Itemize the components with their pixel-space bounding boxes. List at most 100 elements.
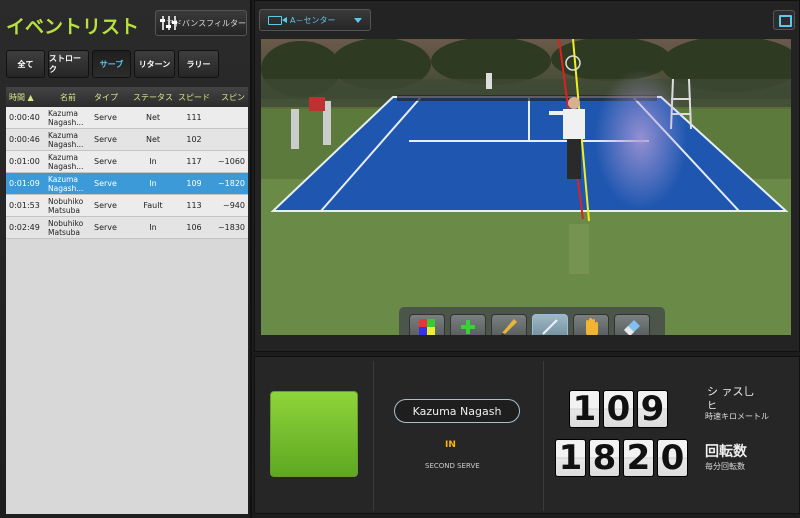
- cell-type: Serve: [94, 113, 117, 122]
- cell-name: Kazuma Nagash...: [48, 174, 84, 193]
- cell-time: 0:00:40: [9, 113, 40, 122]
- drawing-toolbar: [399, 307, 665, 335]
- table-header: 時間 ▲ 名前 タイプ ステータス スピード スピン: [6, 87, 248, 107]
- cell-speed: 102: [186, 135, 202, 144]
- cell-name: Kazuma Nagash...: [48, 152, 84, 171]
- column-speed[interactable]: スピード: [176, 92, 212, 103]
- filter-return[interactable]: リターン: [134, 50, 175, 78]
- cell-type: Serve: [94, 135, 117, 144]
- chevron-down-icon: [354, 17, 362, 23]
- tennis-court-scene: [261, 39, 791, 335]
- table-row[interactable]: 0:01:00 Kazuma Nagash... Serve In 117 ~1…: [6, 151, 248, 173]
- plus-icon: [461, 320, 475, 334]
- cell-status: In: [149, 157, 157, 166]
- video-view[interactable]: [261, 39, 791, 335]
- serve-type-label: SECOND SERVE: [425, 462, 480, 470]
- table-row[interactable]: 0:00:46 Kazuma Nagash... Serve Net 102: [6, 129, 248, 151]
- cell-type: Serve: [94, 179, 117, 188]
- column-time[interactable]: 時間 ▲: [6, 92, 46, 103]
- cell-time: 0:01:00: [9, 157, 40, 166]
- hand-icon: [586, 318, 598, 335]
- cell-name: Nobuhiko Matsuba: [48, 196, 84, 215]
- speed-unit-label: 時速キロメートル: [705, 412, 769, 421]
- cell-time: 0:00:46: [9, 135, 40, 144]
- camera-label: A－センター: [290, 15, 336, 25]
- hand-button[interactable]: [573, 314, 609, 335]
- cell-name: Nobuhiko Matsuba: [48, 218, 84, 237]
- speed-digit: 1: [569, 389, 600, 429]
- cell-status: In: [149, 179, 157, 188]
- table-row[interactable]: 0:00:40 Kazuma Nagash... Serve Net 111: [6, 107, 248, 129]
- eraser-button[interactable]: [614, 314, 650, 335]
- color-palette-button[interactable]: [409, 314, 445, 335]
- sliders-icon: [160, 15, 177, 31]
- table-row[interactable]: 0:01:53 Nobuhiko Matsuba Serve Fault 113…: [6, 195, 248, 217]
- spin-digit: 0: [657, 438, 688, 478]
- filter-serve[interactable]: サーブ: [92, 50, 131, 78]
- cell-time: 0:01:09: [9, 179, 40, 188]
- line-icon: [542, 319, 558, 335]
- video-panel: A－センター: [254, 0, 800, 352]
- cell-speed: 111: [186, 113, 202, 122]
- divider: [373, 361, 374, 511]
- cell-time: 0:02:49: [9, 223, 40, 232]
- column-type[interactable]: タイプ: [90, 92, 130, 103]
- spin-digit: 8: [589, 438, 620, 478]
- cell-type: Serve: [94, 201, 117, 210]
- cell-time: 0:01:53: [9, 201, 40, 210]
- cell-spin: ~1830: [217, 223, 245, 232]
- cell-spin: ~1060: [217, 157, 245, 166]
- spin-digit: 1: [555, 438, 586, 478]
- cell-name: Kazuma Nagash...: [48, 130, 84, 149]
- spin-digit: 2: [623, 438, 654, 478]
- speed-counter: 1 0 9: [569, 389, 668, 429]
- event-list-panel: イベントリスト アドバンスフィルター 全て ストローク サーブ リターン ラリー…: [0, 0, 252, 518]
- pencil-icon: [501, 319, 517, 335]
- column-name[interactable]: 名前: [46, 92, 90, 103]
- cell-spin: ~1820: [217, 179, 245, 188]
- cell-status: Net: [145, 135, 161, 144]
- table-row-selected[interactable]: 0:01:09 Kazuma Nagash... Serve In 109 ~1…: [6, 173, 248, 195]
- filter-stroke[interactable]: ストローク: [48, 50, 89, 78]
- line-button[interactable]: [532, 314, 568, 335]
- table-row[interactable]: 0:02:49 Nobuhiko Matsuba Serve In 106 ~1…: [6, 217, 248, 239]
- cell-type: Serve: [94, 157, 117, 166]
- filter-all[interactable]: 全て: [6, 50, 45, 78]
- speed-unit-title-2: ヒ: [707, 401, 717, 412]
- cell-status: Net: [145, 113, 161, 122]
- table-body: 0:00:40 Kazuma Nagash... Serve Net 111 0…: [6, 107, 248, 239]
- filter-tabs: 全て ストローク サーブ リターン ラリー: [6, 50, 219, 78]
- color-palette-icon: [419, 319, 435, 335]
- event-list-title: イベントリスト: [6, 16, 140, 38]
- camera-select[interactable]: A－センター: [259, 9, 371, 31]
- speed-digit: 9: [637, 389, 668, 429]
- eraser-icon: [624, 320, 640, 335]
- cell-speed: 117: [186, 157, 202, 166]
- spin-counter: 1 8 2 0: [555, 438, 688, 478]
- shot-result: IN: [445, 440, 456, 450]
- advanced-filter-button[interactable]: アドバンスフィルター: [155, 10, 247, 36]
- spin-unit-title: 回転数: [705, 444, 747, 460]
- speed-digit: 0: [603, 389, 634, 429]
- status-indicator: [270, 391, 358, 477]
- filter-rally[interactable]: ラリー: [178, 50, 219, 78]
- player-name-badge: Kazuma Nagash: [394, 399, 520, 423]
- cell-speed: 113: [186, 201, 202, 210]
- fullscreen-button[interactable]: [773, 10, 795, 30]
- shot-info-panel: Kazuma Nagash IN SECOND SERVE 1 0 9 シ ァス…: [254, 356, 800, 514]
- cell-status: In: [149, 223, 157, 232]
- cell-speed: 109: [186, 179, 202, 188]
- cell-type: Serve: [94, 223, 117, 232]
- advanced-filter-label: アドバンスフィルター: [165, 18, 246, 28]
- event-table: 時間 ▲ 名前 タイプ ステータス スピード スピン 0:00:40 Kazum…: [6, 87, 248, 514]
- add-button[interactable]: [450, 314, 486, 335]
- pencil-button[interactable]: [491, 314, 527, 335]
- column-spin[interactable]: スピン: [212, 92, 248, 103]
- divider: [543, 361, 544, 511]
- cell-spin: ~940: [223, 201, 245, 210]
- camera-icon: [268, 15, 282, 25]
- column-status[interactable]: ステータス: [130, 92, 176, 103]
- spin-unit-label: 毎分回転数: [705, 462, 745, 471]
- cell-speed: 106: [186, 223, 202, 232]
- cell-name: Kazuma Nagash...: [48, 108, 84, 127]
